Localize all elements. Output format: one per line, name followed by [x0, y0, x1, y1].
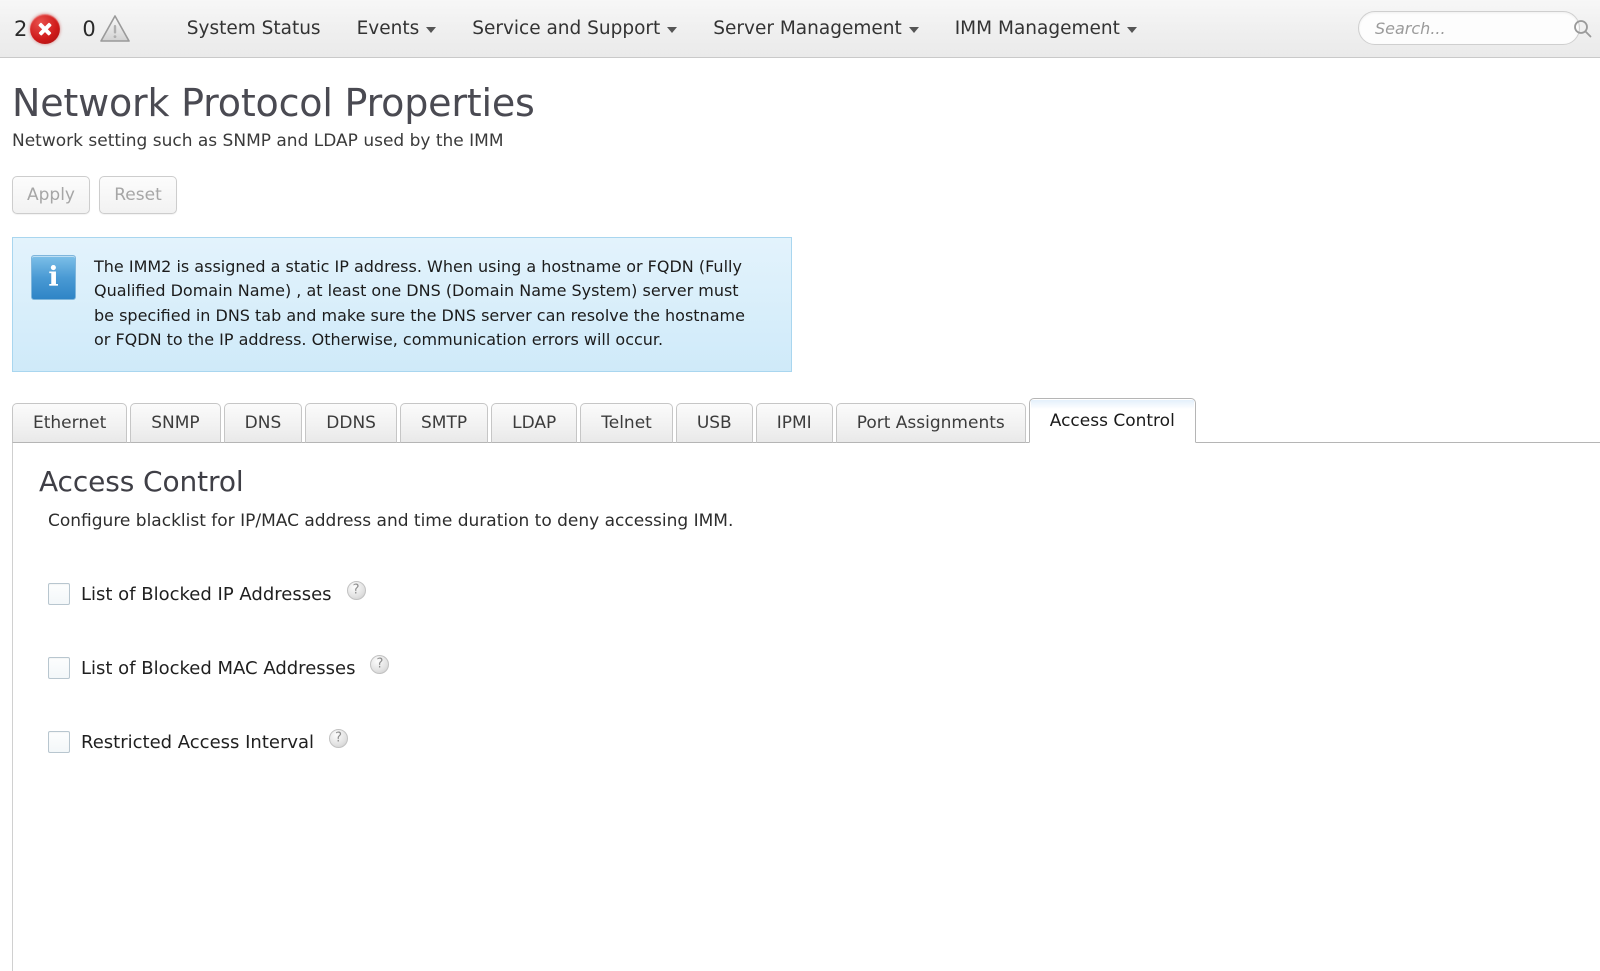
tab-label: DDNS: [326, 413, 376, 434]
nav-item-imm-management[interactable]: IMM Management: [937, 0, 1155, 57]
tab-access-control[interactable]: Access Control: [1028, 398, 1196, 444]
nav-label: System Status: [186, 18, 321, 39]
nav-label: Events: [356, 18, 420, 39]
option-row-restricted-access-interval[interactable]: Restricted Access Interval: [48, 728, 1600, 754]
nav-item-server-management[interactable]: Server Management: [695, 0, 936, 57]
tab-strip: Ethernet SNMP DNS DDNS SMTP LDAP Telnet …: [12, 398, 1600, 444]
chevron-down-icon: [667, 27, 678, 33]
chevron-down-icon: [426, 27, 437, 33]
tab-snmp[interactable]: SNMP: [130, 403, 221, 444]
top-header-bar: 2 0 System Status Events Service and Sup…: [0, 0, 1600, 58]
info-banner-text: The IMM2 is assigned a static IP address…: [94, 256, 745, 349]
search-icon[interactable]: [1573, 19, 1592, 38]
critical-count: 2: [14, 16, 28, 41]
tab-ipmi[interactable]: IPMI: [755, 403, 833, 444]
tab-ldap[interactable]: LDAP: [491, 403, 578, 444]
nav-item-events[interactable]: Events: [339, 0, 455, 57]
page-title: Network Protocol Properties: [12, 81, 535, 125]
help-icon[interactable]: [346, 580, 366, 600]
tab-label: Access Control: [1049, 410, 1175, 431]
status-indicator-critical[interactable]: 2: [14, 13, 61, 44]
tab-label: USB: [696, 413, 732, 434]
option-row-blocked-mac[interactable]: List of Blocked MAC Addresses: [48, 654, 1600, 680]
help-icon[interactable]: [370, 654, 390, 674]
access-control-panel: Access Control Configure blacklist for I…: [12, 442, 1600, 943]
nav-label: Service and Support: [472, 18, 661, 39]
panel-title: Access Control: [39, 465, 244, 499]
tab-label: SMTP: [420, 413, 468, 434]
status-indicator-group: 2 0: [0, 0, 131, 57]
nav-item-system-status[interactable]: System Status: [169, 0, 339, 57]
tab-label: Telnet: [601, 413, 652, 434]
status-indicator-warning[interactable]: 0: [82, 14, 130, 43]
info-icon: [31, 254, 76, 300]
chevron-down-icon: [908, 27, 919, 33]
tab-telnet[interactable]: Telnet: [580, 403, 673, 444]
tab-label: DNS: [244, 413, 282, 434]
tab-label: Ethernet: [33, 413, 107, 434]
tab-dns[interactable]: DNS: [223, 403, 303, 444]
search-box[interactable]: [1358, 11, 1592, 45]
tab-ethernet[interactable]: Ethernet: [12, 403, 128, 444]
tab-label: Port Assignments: [856, 413, 1005, 434]
content-left-divider: [12, 513, 13, 971]
tab-label: SNMP: [151, 413, 200, 434]
info-banner: The IMM2 is assigned a static IP address…: [12, 236, 792, 373]
nav-label: IMM Management: [954, 18, 1120, 39]
reset-button[interactable]: Reset: [99, 175, 177, 214]
tab-strip-region: Ethernet SNMP DNS DDNS SMTP LDAP Telnet …: [12, 398, 1600, 444]
help-icon[interactable]: [329, 728, 349, 748]
page-subtitle: Network setting such as SNMP and LDAP us…: [12, 130, 504, 151]
tab-ddns[interactable]: DDNS: [305, 403, 397, 444]
checkbox-blocked-ip-addresses[interactable]: [48, 583, 70, 606]
tab-label: IPMI: [776, 413, 812, 434]
page-body: Network Protocol Properties Network sett…: [0, 58, 1600, 971]
tab-usb[interactable]: USB: [675, 403, 753, 444]
option-label: List of Blocked MAC Addresses: [81, 657, 356, 679]
option-label: Restricted Access Interval: [81, 731, 315, 753]
main-navigation: System Status Events Service and Support…: [169, 0, 1155, 57]
option-row-blocked-ip[interactable]: List of Blocked IP Addresses: [48, 580, 1600, 606]
option-label: List of Blocked IP Addresses: [81, 583, 332, 605]
warning-triangle-icon: [99, 14, 131, 43]
nav-item-service-and-support[interactable]: Service and Support: [454, 0, 695, 57]
error-circle-icon: [30, 13, 61, 44]
panel-subtitle: Configure blacklist for IP/MAC address a…: [48, 511, 734, 532]
warning-count: 0: [82, 16, 96, 41]
tab-port-assignments[interactable]: Port Assignments: [835, 403, 1026, 444]
tab-label: LDAP: [512, 413, 557, 434]
chevron-down-icon: [1126, 27, 1137, 33]
tab-smtp[interactable]: SMTP: [399, 403, 489, 444]
search-input[interactable]: [1375, 18, 1573, 38]
action-button-group: Apply Reset: [12, 175, 1600, 214]
checkbox-restricted-access-interval[interactable]: [48, 731, 70, 754]
apply-button[interactable]: Apply: [12, 175, 90, 214]
checkbox-blocked-mac-addresses[interactable]: [48, 657, 70, 680]
nav-label: Server Management: [713, 18, 902, 39]
